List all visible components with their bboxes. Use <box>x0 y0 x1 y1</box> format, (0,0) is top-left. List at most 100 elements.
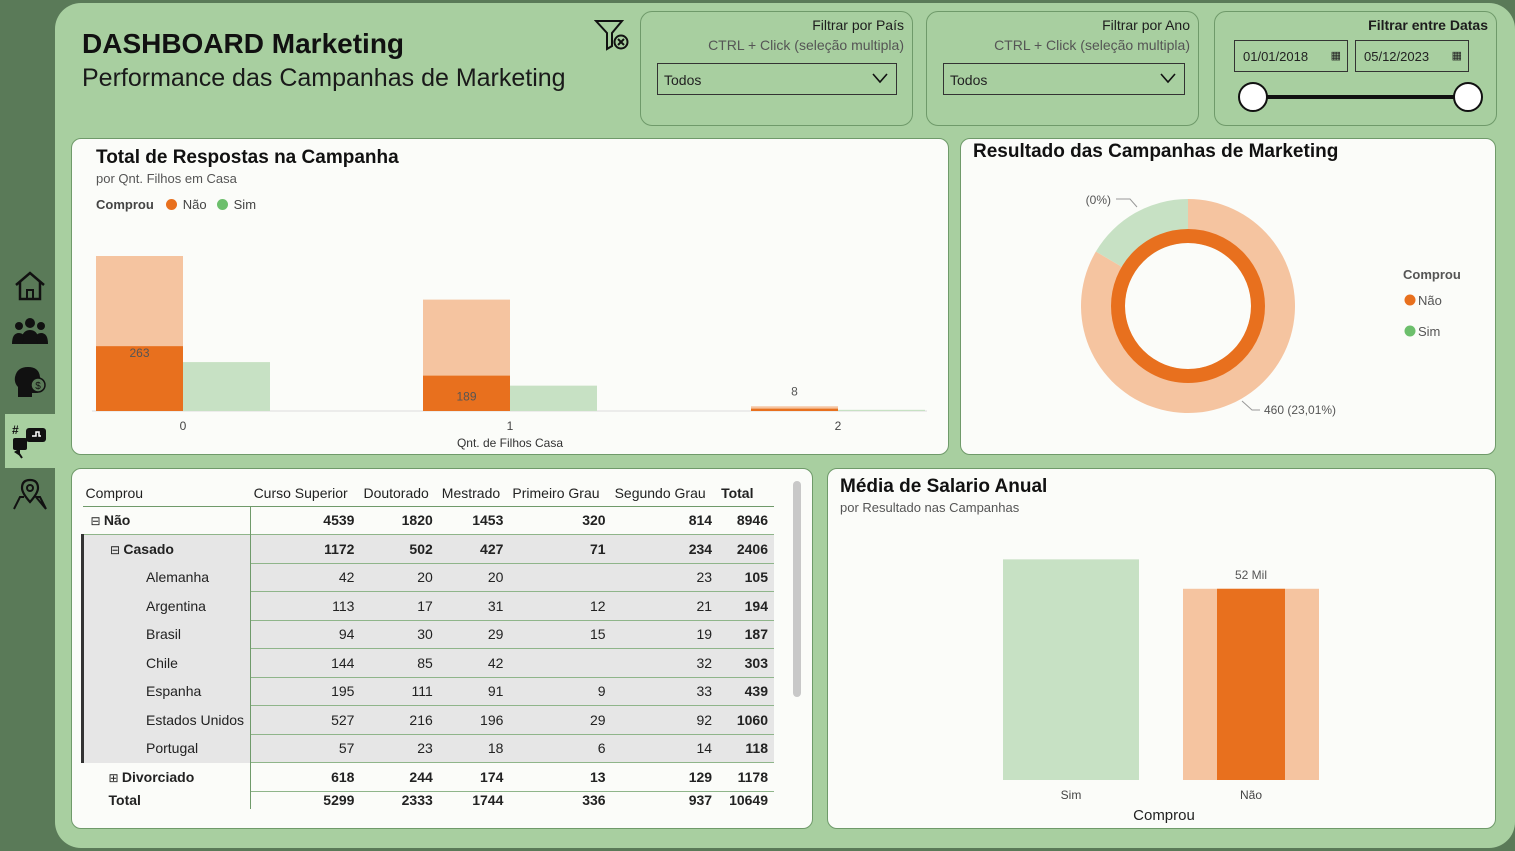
matrix-header-cell[interactable]: Mestrado <box>438 480 510 507</box>
row-label-text: Não <box>103 512 131 529</box>
date-range-start-handle[interactable] <box>1238 82 1268 112</box>
matrix-header-cell[interactable]: Comprou <box>82 480 251 507</box>
matrix-header-cell[interactable]: Doutorado <box>360 480 439 507</box>
table-row[interactable]: Portugal 57 23 18 6 14 118 <box>80 734 774 763</box>
social-marketing-icon: # <box>12 423 46 459</box>
donut-slice-nao-highlight[interactable] <box>1111 229 1265 383</box>
table-row[interactable]: Alemanha 42 20 20 23 105 <box>80 563 774 592</box>
filter-pais-dropdown[interactable]: Todos <box>657 63 897 95</box>
collapse-icon[interactable]: ⊟ <box>110 543 123 557</box>
total-cell: 1744 <box>472 792 504 809</box>
date-end-input[interactable]: 05/12/2023 ▦ <box>1355 40 1469 72</box>
table-cell: 18 <box>438 734 510 763</box>
table-cell <box>509 648 612 678</box>
collapse-icon[interactable]: ⊟ <box>91 514 104 528</box>
filter-pais-title: Filtrar por País <box>812 17 904 33</box>
date-start-input[interactable]: 01/01/2018 ▦ <box>1234 40 1348 72</box>
table-cell: 31 <box>438 591 510 621</box>
table-cell: 29 <box>438 620 510 649</box>
nav-home-button[interactable] <box>5 262 55 310</box>
row-label-text: Espanha <box>146 683 202 700</box>
row-label: Espanha <box>80 677 252 706</box>
table-row[interactable]: ⊞ Divorciado 618 244 174 13 129 1178 <box>82 762 774 792</box>
data-label: 189 <box>456 390 476 404</box>
matrix-scrollbar[interactable] <box>793 481 801 697</box>
legend-sim-swatch <box>216 199 228 210</box>
table-row[interactable]: Estados Unidos 527 216 196 29 92 1060 <box>80 705 774 735</box>
row-label-text: Portugal <box>146 740 199 757</box>
respostas-title: Total de Respostas na Campanha <box>96 147 399 168</box>
table-row[interactable]: Brasil 94 30 29 15 19 187 <box>80 620 774 649</box>
matrix-header-cell[interactable]: Curso Superior <box>250 480 361 507</box>
x-axis-label: Qnt. de Filhos Casa <box>457 436 563 450</box>
table-row[interactable]: ⊟ Não 4539 1820 1453 320 814 8946 <box>82 506 774 535</box>
chevron-down-icon <box>872 73 888 84</box>
bar-sim[interactable] <box>183 362 270 411</box>
nav-financeiro-button[interactable]: $ <box>5 358 55 406</box>
leader-line <box>1116 198 1138 208</box>
filter-ano-panel: Filtrar por Ano CTRL + Click (seleção mu… <box>926 11 1199 126</box>
bar-sim[interactable] <box>1003 559 1139 780</box>
map-pin-icon <box>13 478 47 510</box>
table-row[interactable]: Argentina 113 17 31 12 21 194 <box>80 591 774 621</box>
total-cell: 10649 <box>729 792 768 809</box>
row-label-text: Divorciado <box>121 768 195 785</box>
table-cell: 71 <box>509 534 612 564</box>
row-label[interactable]: ⊞ Divorciado <box>82 762 252 791</box>
date-end-value: 05/12/2023 <box>1364 49 1430 64</box>
nav-mapa-button[interactable] <box>5 470 55 518</box>
table-cell: 14 <box>611 734 719 763</box>
table-cell: 1453 <box>438 506 510 535</box>
row-label: Chile <box>80 648 252 677</box>
filter-ano-title: Filtrar por Ano <box>1102 17 1190 33</box>
date-range-end-handle[interactable] <box>1453 82 1483 112</box>
calendar-icon: ▦ <box>1330 50 1341 62</box>
legend-nao-label[interactable]: Não <box>183 197 207 212</box>
bar-sim[interactable] <box>838 409 925 411</box>
bar-sim[interactable] <box>510 385 597 411</box>
total-cell: 336 <box>582 792 606 809</box>
row-label[interactable]: ⊟ Não <box>82 506 252 535</box>
table-cell: 8946 <box>718 506 774 535</box>
table-row[interactable]: ⊟ Casado 1172 502 427 71 234 2406 <box>80 534 774 564</box>
salario-chart: Sim Não 52 Mil Comprou <box>1003 559 1319 824</box>
bar-nao-highlight[interactable] <box>751 408 838 411</box>
legend-nao-label[interactable]: Não <box>1418 293 1442 308</box>
clear-filter-icon[interactable] <box>594 18 630 52</box>
row-label: Estados Unidos <box>80 705 252 734</box>
table-cell: 23 <box>611 563 719 592</box>
table-cell: 20 <box>360 563 439 592</box>
bar-nao-highlight[interactable] <box>1217 588 1285 780</box>
salario-title: Média de Salario Anual <box>840 476 1048 497</box>
legend-sim-label[interactable]: Sim <box>1418 324 1440 339</box>
legend-nao-swatch <box>165 199 177 210</box>
table-cell: 187 <box>718 620 774 649</box>
row-label[interactable]: ⊟ Casado <box>80 534 252 563</box>
table-cell: 1178 <box>718 762 774 792</box>
table-row[interactable]: Espanha 195 111 91 9 33 439 <box>80 677 774 706</box>
head-money-icon: $ <box>14 367 46 397</box>
row-label-text: Estados Unidos <box>146 711 245 728</box>
legend-sim-label[interactable]: Sim <box>234 197 256 212</box>
matrix-header-cell[interactable]: Primeiro Grau <box>509 480 612 507</box>
table-row[interactable]: Chile 144 85 42 32 303 <box>80 648 774 678</box>
matrix-header-cell[interactable]: Segundo Grau <box>611 480 719 507</box>
table-cell: 21 <box>611 591 719 621</box>
x-tick-label: 0 <box>180 419 187 433</box>
filter-datas-panel: Filtrar entre Datas 01/01/2018 ▦ 05/12/2… <box>1214 11 1497 126</box>
filter-datas-title: Filtrar entre Datas <box>1368 17 1488 33</box>
page-subtitle: Performance das Campanhas de Marketing <box>82 64 566 92</box>
table-cell: 118 <box>718 734 774 763</box>
page-title: DASHBOARD Marketing <box>82 28 405 59</box>
table-cell: 1060 <box>718 705 774 735</box>
date-range-track[interactable] <box>1250 95 1468 99</box>
nav-marketing-button[interactable]: # <box>5 414 55 468</box>
table-cell: 4539 <box>250 506 361 535</box>
table-cell: 12 <box>509 591 612 621</box>
row-label: Brasil <box>80 620 252 649</box>
filter-ano-dropdown[interactable]: Todos <box>943 63 1185 95</box>
nav-clientes-button[interactable] <box>5 307 55 355</box>
expand-icon[interactable]: ⊞ <box>109 771 122 785</box>
matrix-header-cell[interactable]: Total <box>718 480 774 507</box>
x-axis-label: Comprou <box>1133 807 1195 824</box>
